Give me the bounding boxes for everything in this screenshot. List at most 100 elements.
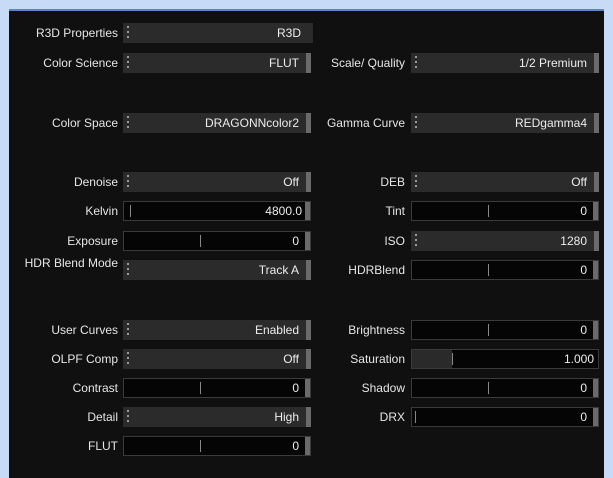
dropdown-endcap: [306, 172, 311, 192]
gamma-curve-value: REDgamma4: [514, 116, 587, 130]
detail-value: High: [274, 410, 299, 424]
user-curves-dropdown[interactable]: Enabled: [123, 320, 311, 340]
hdr-blend-mode-dropdown[interactable]: Track A: [123, 260, 311, 280]
denoise-label: Denoise: [73, 175, 118, 189]
dropdown-grip-icon: [127, 116, 129, 130]
slider-center-marker: [488, 264, 489, 276]
hdr-blend-mode-value: Track A: [258, 263, 299, 277]
olpf-comp-value: Off: [283, 352, 299, 366]
field-endcap: [305, 379, 310, 397]
scale-quality-label: Scale/ Quality: [330, 56, 405, 70]
brightness-value: 0: [580, 323, 587, 337]
olpf-comp-dropdown[interactable]: Off: [123, 349, 311, 369]
dropdown-grip-icon: [415, 175, 417, 189]
saturation-label: Saturation: [350, 352, 405, 366]
gamma-curve-dropdown[interactable]: REDgamma4: [411, 113, 599, 133]
contrast-label: Contrast: [72, 381, 118, 395]
shadow-value: 0: [580, 381, 587, 395]
drx-value: 0: [580, 410, 587, 424]
field-endcap: [593, 202, 598, 220]
field-endcap: [593, 408, 598, 426]
r3d-properties-dropdown[interactable]: R3D: [123, 23, 313, 43]
shadow-slider-field[interactable]: 0: [411, 378, 599, 398]
dropdown-endcap: [306, 53, 311, 73]
dropdown-grip-icon: [127, 263, 129, 277]
scale-quality-dropdown[interactable]: 1/2 Premium: [411, 53, 599, 73]
panel-top-border: [9, 9, 604, 11]
dropdown-grip-icon: [127, 175, 129, 189]
color-space-label: Color Space: [51, 116, 118, 130]
tint-value: 0: [580, 204, 587, 218]
contrast-slider-field[interactable]: 0: [123, 378, 311, 398]
field-endcap: [593, 321, 598, 339]
flut-value: 0: [292, 439, 299, 453]
field-endcap: [305, 232, 310, 250]
user-curves-label: User Curves: [51, 323, 118, 337]
field-endcap: [305, 202, 310, 220]
dropdown-endcap: [306, 320, 311, 340]
saturation-slider-field[interactable]: 1.000: [411, 349, 599, 369]
color-space-dropdown[interactable]: DRAGONNcolor2: [123, 113, 311, 133]
field-endcap: [593, 261, 598, 279]
denoise-value: Off: [283, 175, 299, 189]
exposure-label: Exposure: [67, 234, 118, 248]
slider-center-marker: [200, 235, 201, 247]
hdr-blend-mode-label: HDR Blend Mode: [24, 256, 118, 270]
user-curves-value: Enabled: [254, 323, 299, 337]
dropdown-endcap: [594, 231, 599, 251]
olpf-comp-label: OLPF Comp: [51, 352, 118, 366]
tint-label: Tint: [385, 204, 405, 218]
hdrblend-label: HDRBlend: [348, 263, 405, 277]
flut-label: FLUT: [88, 439, 118, 453]
dropdown-endcap: [306, 113, 311, 133]
tint-slider-field[interactable]: 0: [411, 201, 599, 221]
slider-position-marker: [452, 353, 453, 365]
hdrblend-slider-field[interactable]: 0: [411, 260, 599, 280]
field-endcap: [593, 379, 598, 397]
slider-center-marker: [488, 382, 489, 394]
dropdown-endcap: [594, 53, 599, 73]
iso-value: 1280: [560, 234, 587, 248]
brightness-slider-field[interactable]: 0: [411, 320, 599, 340]
kelvin-value: 4800.0: [265, 204, 302, 218]
slider-position-marker: [130, 205, 131, 217]
dropdown-grip-icon: [127, 26, 129, 40]
saturation-value: 1.000: [563, 352, 594, 366]
iso-dropdown[interactable]: 1280: [411, 231, 599, 251]
kelvin-label: Kelvin: [85, 204, 118, 218]
dropdown-grip-icon: [127, 323, 129, 337]
dropdown-endcap: [306, 407, 311, 427]
denoise-dropdown[interactable]: Off: [123, 172, 311, 192]
dropdown-endcap: [594, 172, 599, 192]
detail-dropdown[interactable]: High: [123, 407, 311, 427]
brightness-label: Brightness: [348, 323, 405, 337]
hdrblend-value: 0: [580, 263, 587, 277]
slider-center-marker: [200, 440, 201, 452]
color-space-value: DRAGONNcolor2: [204, 116, 299, 130]
r3d-properties-value: R3D: [276, 26, 301, 40]
slider-center-marker: [488, 324, 489, 336]
r3d-properties-label: R3D Properties: [35, 26, 118, 40]
dropdown-grip-icon: [415, 234, 417, 248]
color-science-value: FLUT: [269, 56, 299, 70]
dropdown-grip-icon: [415, 116, 417, 130]
exposure-slider-field[interactable]: 0: [123, 231, 311, 251]
color-science-dropdown[interactable]: FLUT: [123, 53, 311, 73]
deb-dropdown[interactable]: Off: [411, 172, 599, 192]
slider-position-marker: [415, 411, 416, 423]
field-endcap: [305, 437, 310, 455]
kelvin-slider-field[interactable]: 4800.0: [123, 201, 311, 221]
flut-slider-field[interactable]: 0: [123, 436, 311, 456]
dropdown-grip-icon: [415, 56, 417, 70]
deb-value: Off: [571, 175, 587, 189]
color-science-label: Color Science: [43, 56, 118, 70]
drx-slider-field[interactable]: 0: [411, 407, 599, 427]
exposure-value: 0: [292, 234, 299, 248]
drx-label: DRX: [379, 410, 405, 424]
scale-quality-value: 1/2 Premium: [518, 56, 587, 70]
slider-center-marker: [488, 205, 489, 217]
dropdown-grip-icon: [127, 352, 129, 366]
gamma-curve-label: Gamma Curve: [326, 116, 405, 130]
dropdown-grip-icon: [127, 410, 129, 424]
iso-label: ISO: [384, 234, 405, 248]
